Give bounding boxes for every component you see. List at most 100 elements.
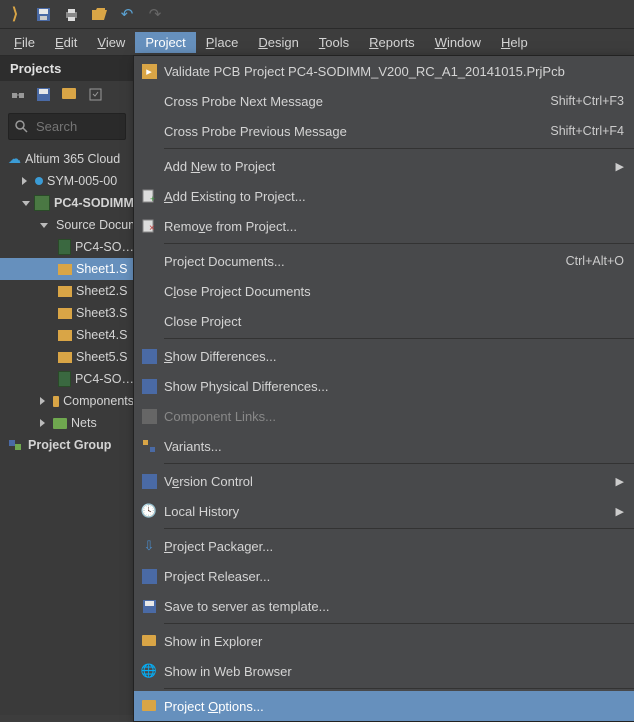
top-toolbar: ⟩ ↶ ↷ <box>0 0 634 29</box>
menu-item-show-explorer[interactable]: Show in Explorer <box>134 626 634 656</box>
separator <box>164 463 634 464</box>
template-icon <box>142 599 157 614</box>
menu-project[interactable]: Project <box>135 32 195 53</box>
menu-place[interactable]: Place <box>196 32 249 53</box>
tree-item-selected[interactable]: Sheet1.S <box>0 258 134 280</box>
menu-item-component-links: Component Links... <box>134 401 634 431</box>
compile-icon[interactable] <box>88 87 104 103</box>
menu-view[interactable]: View <box>87 32 135 53</box>
submenu-arrow-icon: ▶ <box>616 475 624 488</box>
tree-item[interactable]: Sheet4.S <box>0 324 134 346</box>
menu-window[interactable]: Window <box>425 32 491 53</box>
tree-item[interactable]: Source Documents <box>0 214 134 236</box>
caret-right-icon <box>40 397 49 405</box>
caret-right-icon <box>22 177 31 185</box>
menu-item-validate[interactable]: ▸Validate PCB Project PC4-SODIMM_V200_RC… <box>134 56 634 86</box>
caret-down-icon <box>22 201 30 206</box>
svg-text:×: × <box>149 223 155 234</box>
menu-item-close-project[interactable]: Close Project <box>134 306 634 336</box>
tree-item[interactable]: SYM-005-00 <box>0 170 134 192</box>
history-icon: 🕓 <box>141 503 157 519</box>
menu-reports[interactable]: Reports <box>359 32 425 53</box>
menu-item-add-existing[interactable]: +Add Existing to Project... <box>134 181 634 211</box>
folder-icon[interactable] <box>62 87 78 103</box>
tree-item[interactable]: Sheet5.S <box>0 346 134 368</box>
print-icon[interactable] <box>62 5 80 23</box>
menu-item-local-history[interactable]: 🕓Local History▶ <box>134 496 634 526</box>
tree-item[interactable]: Nets <box>0 412 134 434</box>
menu-item-show-diff[interactable]: Show Differences... <box>134 341 634 371</box>
caret-down-icon <box>40 223 48 228</box>
diff-icon <box>142 349 157 364</box>
group-icon <box>8 437 24 453</box>
menu-file[interactable]: File <box>4 32 45 53</box>
menu-item-project-docs[interactable]: Project Documents...Ctrl+Alt+O <box>134 246 634 276</box>
menu-item-cross-probe-prev[interactable]: Cross Probe Previous MessageShift+Ctrl+F… <box>134 116 634 146</box>
app-logo-icon: ⟩ <box>6 5 24 23</box>
add-file-icon: + <box>141 188 157 204</box>
menu-edit[interactable]: Edit <box>45 32 87 53</box>
sheet-icon <box>58 286 72 297</box>
separator <box>164 338 634 339</box>
package-icon: ⇩ <box>144 538 155 554</box>
pcb-icon <box>58 371 71 387</box>
search-box[interactable] <box>8 113 126 140</box>
menu-item-save-template[interactable]: Save to server as template... <box>134 591 634 621</box>
menu-item-show-phys-diff[interactable]: Show Physical Differences... <box>134 371 634 401</box>
svg-text:+: + <box>150 194 155 204</box>
tree-item[interactable]: Sheet2.S <box>0 280 134 302</box>
tree-item[interactable]: PC4-SO… <box>0 236 134 258</box>
dot-icon <box>35 177 43 185</box>
tree-item-project[interactable]: PC4-SODIMM <box>0 192 134 214</box>
shortcut-text: Ctrl+Alt+O <box>566 254 624 268</box>
menu-item-remove[interactable]: ×Remove from Project... <box>134 211 634 241</box>
undo-icon[interactable]: ↶ <box>118 5 136 23</box>
submenu-arrow-icon: ▶ <box>616 160 624 173</box>
shortcut-text: Shift+Ctrl+F4 <box>550 124 624 138</box>
menu-item-cross-probe-next[interactable]: Cross Probe Next MessageShift+Ctrl+F3 <box>134 86 634 116</box>
sch-icon <box>58 239 71 255</box>
cloud-node[interactable]: ☁Altium 365 Cloud <box>0 148 134 170</box>
caret-right-icon <box>40 419 49 427</box>
menu-item-version-control[interactable]: Version Control▶ <box>134 466 634 496</box>
redo-icon[interactable]: ↷ <box>146 5 164 23</box>
save2-icon[interactable] <box>36 87 52 103</box>
menu-item-releaser[interactable]: Project Releaser... <box>134 561 634 591</box>
menu-item-close-docs[interactable]: Close Project Documents <box>134 276 634 306</box>
variants-icon <box>141 438 157 454</box>
panel-toolbar <box>0 81 134 109</box>
projects-panel: Projects ☁Altium 365 Cloud SYM-005-00 PC… <box>0 56 134 715</box>
open-icon[interactable] <box>90 5 108 23</box>
project-icon <box>34 195 50 211</box>
search-input[interactable] <box>34 118 108 135</box>
connect-icon[interactable] <box>10 87 26 103</box>
tree-item[interactable]: Project Group <box>0 434 134 456</box>
validate-icon: ▸ <box>142 64 157 79</box>
menu-help[interactable]: Help <box>491 32 538 53</box>
explorer-icon <box>142 634 156 649</box>
submenu-arrow-icon: ▶ <box>616 505 624 518</box>
remove-file-icon: × <box>141 218 157 234</box>
menu-item-show-browser[interactable]: 🌐Show in Web Browser <box>134 656 634 686</box>
tree-item[interactable]: Sheet3.S <box>0 302 134 324</box>
separator <box>164 528 634 529</box>
menu-item-project-options[interactable]: Project Options... <box>134 691 634 721</box>
tree-item[interactable]: PC4-SO… <box>0 368 134 390</box>
menu-item-add-new[interactable]: Add New to Project▶ <box>134 151 634 181</box>
search-icon <box>15 120 28 133</box>
menu-design[interactable]: Design <box>248 32 308 53</box>
menu-bar: File Edit View Project Place Design Tool… <box>0 29 634 56</box>
save-icon[interactable] <box>34 5 52 23</box>
sheet-icon <box>58 264 72 275</box>
menu-item-packager[interactable]: ⇩Project Packager... <box>134 531 634 561</box>
sheet-icon <box>58 308 72 319</box>
shortcut-text: Shift+Ctrl+F3 <box>550 94 624 108</box>
phys-diff-icon <box>142 379 157 394</box>
vcs-icon <box>142 474 157 489</box>
menu-tools[interactable]: Tools <box>309 32 359 53</box>
menu-item-variants[interactable]: Variants... <box>134 431 634 461</box>
tree-item[interactable]: Components <box>0 390 134 412</box>
release-icon <box>142 569 157 584</box>
folder-green-icon <box>53 418 67 429</box>
separator <box>164 148 634 149</box>
